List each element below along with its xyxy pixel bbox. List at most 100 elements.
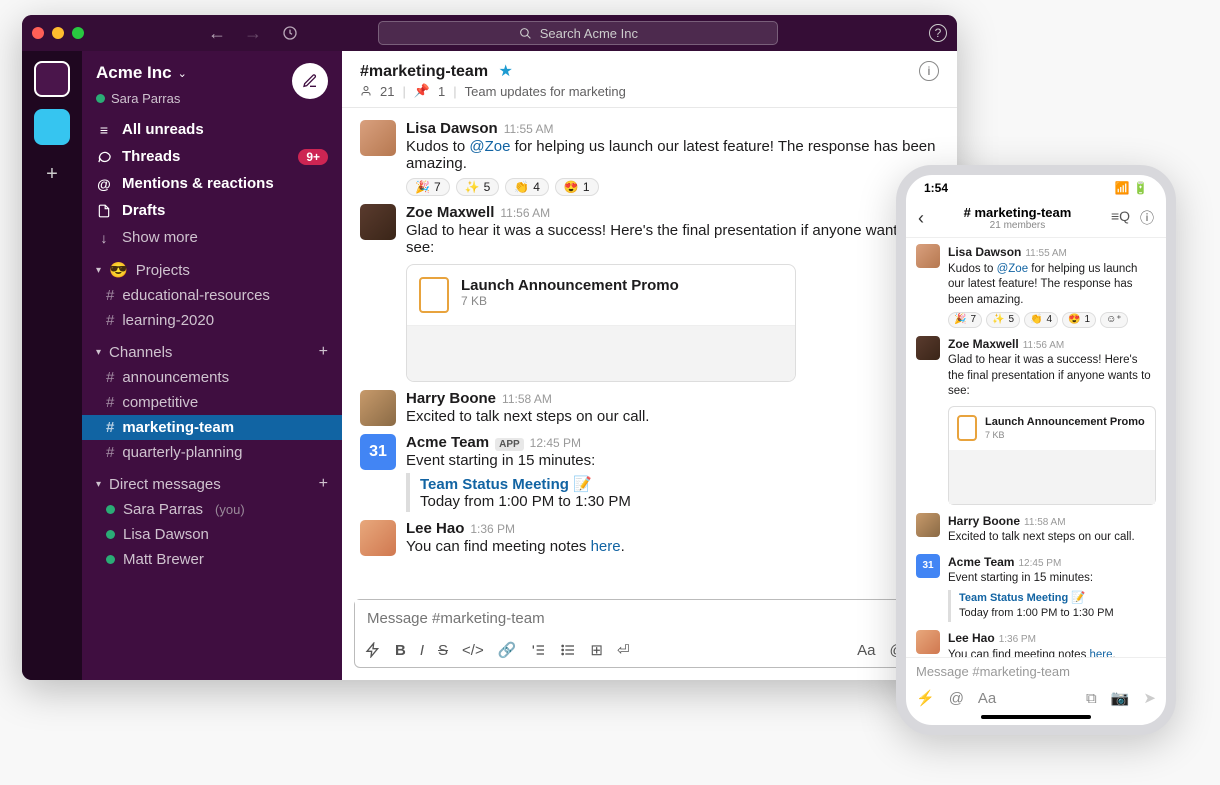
sender-name[interactable]: Acme Team (406, 434, 489, 451)
info-icon[interactable]: ⓘ (1140, 208, 1154, 228)
message[interactable]: Lisa Dawson11:55 AM Kudos to @Zoe for he… (916, 244, 1156, 328)
channel-quarterly-planning[interactable]: #quarterly-planning (82, 440, 342, 465)
reaction[interactable]: 🎉7 (406, 178, 450, 196)
message-list[interactable]: Lisa Dawson11:55 AM Kudos to @Zoe for he… (342, 108, 957, 593)
event-attachment[interactable]: Team Status Meeting 📝 Today from 1:00 PM… (406, 473, 939, 512)
add-workspace-button[interactable]: + (46, 163, 58, 186)
message[interactable]: 31 Acme Team12:45 PM Event starting in 1… (916, 554, 1156, 622)
avatar[interactable] (916, 513, 940, 537)
dm-sara-parras[interactable]: Sara Parras(you) (82, 497, 342, 522)
close-window-icon[interactable] (32, 27, 44, 39)
channel-educational-resources[interactable]: #educational-resources (82, 283, 342, 308)
reaction[interactable]: 👏4 (505, 178, 549, 196)
add-dm-button[interactable]: + (319, 475, 328, 493)
nav-mentions[interactable]: @ Mentions & reactions (82, 170, 342, 197)
italic-button[interactable]: I (420, 642, 424, 659)
channel-title[interactable]: # marketing-team (924, 205, 1111, 220)
compose-button[interactable] (292, 63, 328, 99)
avatar[interactable] (916, 630, 940, 654)
camera-button[interactable]: 📷 (1111, 689, 1130, 707)
message[interactable]: Lee Hao1:36 PM You can find meeting note… (916, 630, 1156, 657)
dm-lisa-dawson[interactable]: Lisa Dawson (82, 522, 342, 547)
mobile-composer[interactable]: Message #marketing-team (906, 657, 1166, 683)
message[interactable]: Lee Hao1:36 PM You can find meeting note… (342, 516, 957, 560)
reaction[interactable]: ✨5 (986, 312, 1020, 328)
blockquote-button[interactable]: ⊞ (590, 641, 603, 659)
pinned-count[interactable]: 1 (438, 84, 445, 99)
avatar[interactable] (360, 520, 396, 556)
search-icon[interactable]: ≡Q (1111, 208, 1130, 228)
members-icon[interactable] (360, 85, 372, 97)
calendar-icon[interactable]: 31 (360, 434, 396, 470)
code-button[interactable]: </> (462, 642, 484, 659)
section-projects[interactable]: ▾ 😎 Projects (82, 251, 342, 283)
shortcuts-icon[interactable]: ⚡ (916, 689, 935, 707)
send-button[interactable]: ➤ (1143, 689, 1156, 707)
nav-show-more[interactable]: ↓ Show more (82, 224, 342, 251)
reaction[interactable]: 😍1 (1062, 312, 1096, 328)
sender-name[interactable]: Harry Boone (406, 390, 496, 407)
pin-icon[interactable]: 📌 (414, 83, 430, 99)
link[interactable]: here (591, 538, 621, 555)
help-icon[interactable]: ? (929, 24, 947, 42)
add-reaction-button[interactable]: ☺⁺ (1100, 312, 1128, 328)
channel-topic[interactable]: Team updates for marketing (465, 84, 626, 99)
mobile-message-list[interactable]: Lisa Dawson11:55 AM Kudos to @Zoe for he… (906, 238, 1166, 657)
message[interactable]: Harry Boone11:58 AM Excited to talk next… (342, 386, 957, 430)
section-direct-messages[interactable]: ▾ Direct messages + (82, 465, 342, 497)
channel-announcements[interactable]: #announcements (82, 365, 342, 390)
history-icon[interactable] (282, 25, 298, 41)
channel-details-icon[interactable]: i (919, 61, 939, 81)
channel-learning-2020[interactable]: #learning-2020 (82, 308, 342, 333)
code-block-button[interactable]: ⏎ (617, 641, 630, 659)
link-button[interactable]: 🔗 (498, 641, 517, 659)
channel-title[interactable]: #marketing-team (360, 63, 488, 80)
event-attachment[interactable]: Team Status Meeting 📝 Today from 1:00 PM… (948, 590, 1156, 622)
search-input[interactable]: Search Acme Inc (378, 21, 778, 45)
sender-name[interactable]: Lee Hao (406, 520, 464, 537)
ordered-list-button[interactable] (530, 642, 546, 658)
avatar[interactable] (360, 390, 396, 426)
message[interactable]: Lisa Dawson11:55 AM Kudos to @Zoe for he… (342, 116, 957, 200)
channel-competitive[interactable]: #competitive (82, 390, 342, 415)
mention-button[interactable]: @ (949, 690, 964, 707)
reaction[interactable]: 👏4 (1024, 312, 1058, 328)
message-input[interactable] (355, 600, 944, 637)
dm-matt-brewer[interactable]: Matt Brewer (82, 547, 342, 572)
section-channels[interactable]: ▾ Channels + (82, 333, 342, 365)
maximize-window-icon[interactable] (72, 27, 84, 39)
star-icon[interactable]: ★ (499, 63, 513, 80)
avatar[interactable] (916, 244, 940, 268)
sender-name[interactable]: Zoe Maxwell (406, 204, 494, 221)
bold-button[interactable]: B (395, 642, 406, 659)
sender-name[interactable]: Lisa Dawson (406, 120, 498, 137)
add-channel-button[interactable]: + (319, 343, 328, 361)
attach-button[interactable]: ⧉ (1086, 690, 1097, 707)
nav-forward-button[interactable]: → (240, 23, 266, 44)
nav-drafts[interactable]: Drafts (82, 197, 342, 224)
avatar[interactable] (360, 120, 396, 156)
reaction[interactable]: ✨5 (456, 178, 500, 196)
member-count[interactable]: 21 (380, 84, 394, 99)
reaction[interactable]: 😍1 (555, 178, 599, 196)
strike-button[interactable]: S (438, 642, 448, 659)
shortcuts-icon[interactable] (365, 642, 381, 658)
message[interactable]: Zoe Maxwell11:56 AM Glad to hear it was … (916, 336, 1156, 505)
format-button[interactable]: Aa (857, 642, 875, 659)
workspace-switch-2[interactable] (34, 109, 70, 145)
avatar[interactable] (916, 336, 940, 360)
channel-marketing-team[interactable]: #marketing-team (82, 415, 342, 440)
workspace-switch-1[interactable] (34, 61, 70, 97)
calendar-icon[interactable]: 31 (916, 554, 940, 578)
reaction[interactable]: 🎉7 (948, 312, 982, 328)
avatar[interactable] (360, 204, 396, 240)
minimize-window-icon[interactable] (52, 27, 64, 39)
nav-all-unreads[interactable]: ≡ All unreads (82, 116, 342, 143)
message[interactable]: Zoe Maxwell11:56 AM Glad to hear it was … (342, 200, 957, 386)
nav-back-button[interactable]: ← (204, 23, 230, 44)
file-attachment[interactable]: Launch Announcement Promo 7 KB (406, 264, 796, 382)
bullet-list-button[interactable] (560, 642, 576, 658)
file-attachment[interactable]: Launch Announcement Promo7 KB (948, 406, 1156, 505)
format-button[interactable]: Aa (978, 690, 996, 707)
message[interactable]: 31 Acme TeamAPP12:45 PM Event starting i… (342, 430, 957, 516)
